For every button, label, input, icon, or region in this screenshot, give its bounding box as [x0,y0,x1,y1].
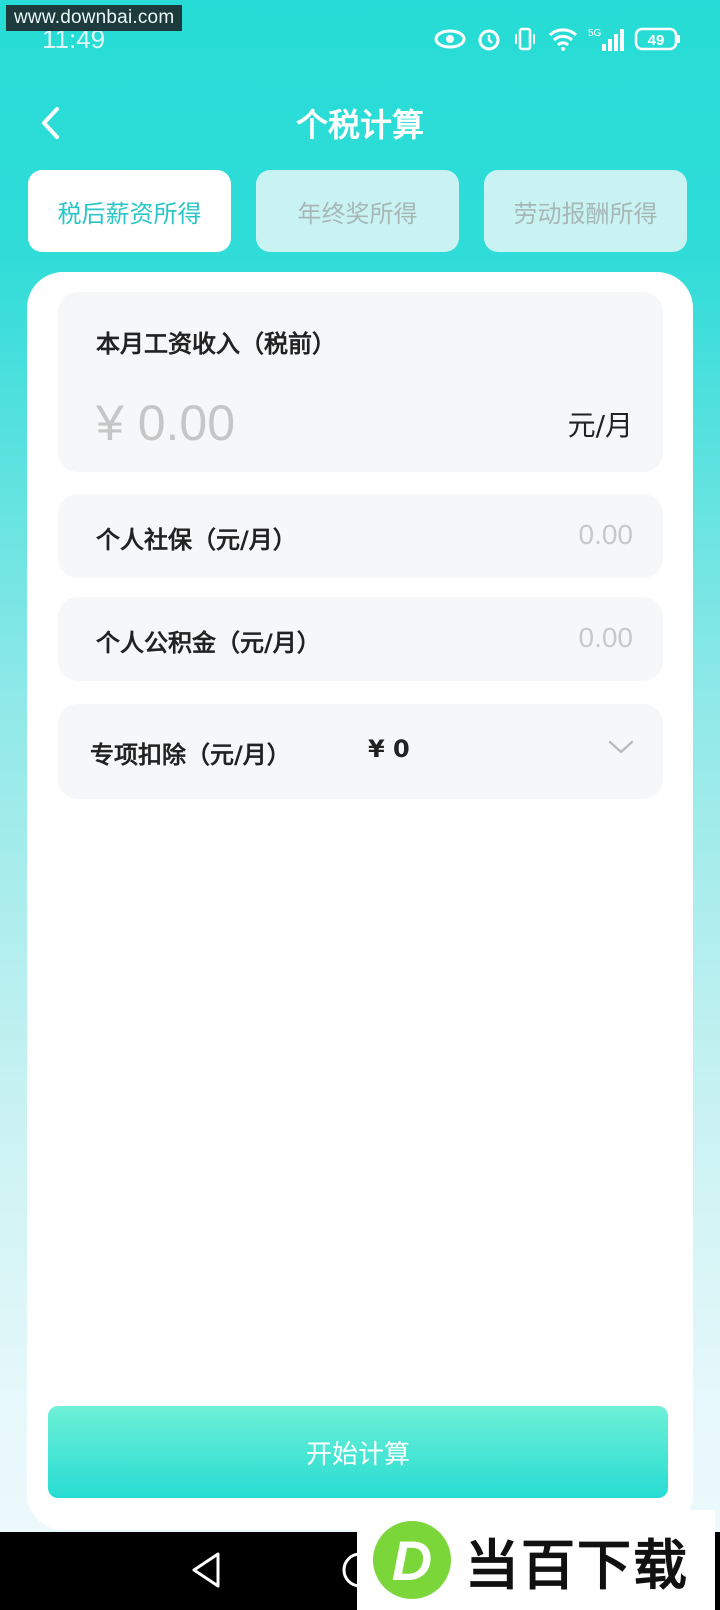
income-type-tabs: 税后薪资所得 年终奖所得 劳动报酬所得 [28,170,692,252]
svg-text:5G: 5G [588,28,602,39]
tab-year-end-bonus[interactable]: 年终奖所得 [256,170,459,252]
logo-text: 当百下载 [465,1533,689,1597]
start-calculate-button[interactable]: 开始计算 [48,1406,668,1498]
calculator-card: 本月工资收入（税前） ¥ 0.00 元/月 个人社保（元/月） 0.00 个人公… [27,272,693,1530]
housing-fund-label: 个人公积金（元/月） [96,629,321,657]
tab-after-tax-salary[interactable]: 税后薪资所得 [28,170,231,252]
header: 个税计算 [0,90,720,160]
special-deduction-dropdown[interactable]: 专项扣除（元/月） ¥ 0 [58,704,663,799]
vibrate-icon [515,27,535,51]
special-deduction-label: 专项扣除（元/月） [90,741,291,769]
social-insurance-input[interactable]: 0.00 [579,519,634,551]
alarm-icon [478,29,500,51]
site-logo: D 当百下载 [357,1510,715,1610]
salary-label: 本月工资收入（税前） [96,330,336,358]
salary-field[interactable]: 本月工资收入（税前） ¥ 0.00 元/月 [58,292,663,472]
salary-input[interactable]: ¥ 0.00 [96,394,235,452]
svg-text:49: 49 [648,32,665,49]
page-title: 个税计算 [295,106,424,144]
social-insurance-label: 个人社保（元/月） [96,526,297,554]
tab-labor-remuneration[interactable]: 劳动报酬所得 [484,170,687,252]
special-deduction-value: ¥ 0 [368,735,410,763]
nav-back-icon[interactable] [188,1550,224,1590]
social-insurance-field[interactable]: 个人社保（元/月） 0.00 [58,494,663,578]
salary-unit: 元/月 [567,409,633,442]
battery-icon: 49 [634,27,680,51]
eye-icon [434,29,466,49]
status-icons: 5G 49 [434,26,682,52]
watermark: www.downbai.com [6,5,183,31]
wifi-icon [548,28,578,51]
housing-fund-input[interactable]: 0.00 [579,622,634,654]
signal-5g-icon: 5G [588,28,624,51]
logo-mark: D [373,1521,451,1599]
chevron-down-icon [608,740,634,754]
housing-fund-field[interactable]: 个人公积金（元/月） 0.00 [58,597,663,681]
